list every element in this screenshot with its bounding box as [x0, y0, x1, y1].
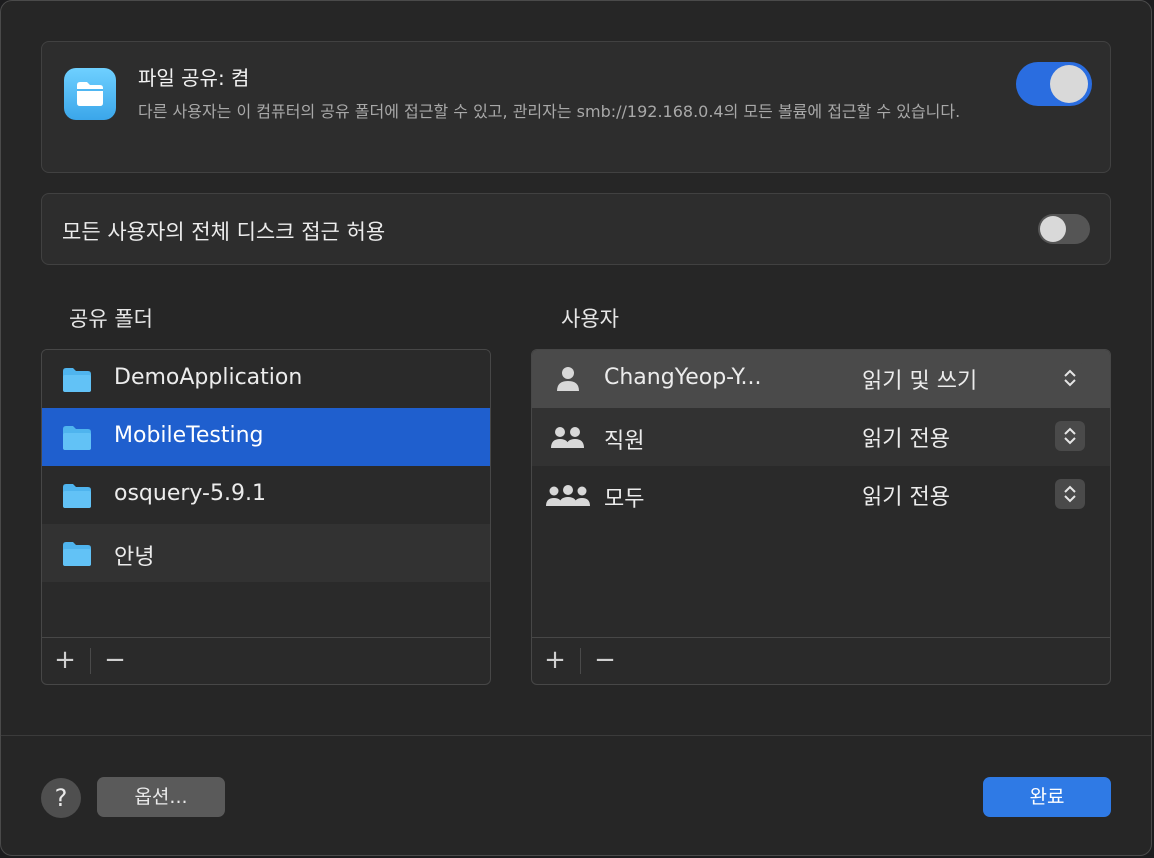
users-toolbar: + − [532, 637, 1110, 684]
permission-stepper[interactable] [1055, 421, 1085, 451]
folder-icon [63, 368, 91, 392]
file-sharing-toggle[interactable] [1016, 62, 1092, 106]
folder-name: osquery-5.9.1 [114, 481, 266, 506]
folder-name: MobileTesting [114, 423, 264, 448]
folder-icon [63, 426, 91, 450]
file-sharing-card: 파일 공유: 켬 다른 사용자는 이 컴퓨터의 공유 폴더에 접근할 수 있고,… [41, 41, 1111, 173]
folders-toolbar: + − [42, 637, 490, 684]
toolbar-divider [90, 648, 91, 674]
user-name: 직원 [604, 429, 645, 454]
user-permission: 읽기 및 쓰기 [862, 369, 978, 394]
file-sharing-sheet: 파일 공유: 켬 다른 사용자는 이 컴퓨터의 공유 폴더에 접근할 수 있고,… [0, 0, 1152, 856]
folder-name: 안녕 [114, 545, 155, 570]
group-icon [546, 485, 590, 506]
two-people-icon [551, 427, 584, 448]
toggle-knob [1040, 216, 1066, 242]
file-sharing-title: 파일 공유: 켬 [138, 66, 250, 90]
users-title: 사용자 [561, 307, 619, 331]
full-disk-toggle[interactable] [1038, 214, 1090, 244]
list-item[interactable]: 직원 읽기 전용 [532, 408, 1110, 466]
chevron-up-down-icon [1064, 427, 1076, 445]
user-permission: 읽기 전용 [862, 427, 950, 452]
user-permission: 읽기 전용 [862, 485, 950, 510]
file-sharing-description: 다른 사용자는 이 컴퓨터의 공유 폴더에 접근할 수 있고, 관리자는 smb… [138, 102, 961, 121]
add-folder-button[interactable]: + [48, 644, 82, 676]
toggle-knob [1050, 65, 1088, 103]
remove-user-button[interactable]: − [588, 644, 622, 676]
list-item[interactable]: DemoApplication [42, 350, 490, 408]
list-item[interactable]: MobileTesting [42, 408, 490, 466]
list-item[interactable]: 안녕 [42, 524, 490, 582]
permission-stepper[interactable] [1055, 363, 1085, 393]
done-button[interactable]: 완료 [983, 777, 1111, 817]
permission-stepper[interactable] [1055, 479, 1085, 509]
user-name: ChangYeop-Y... [604, 365, 762, 390]
chevron-up-down-icon [1064, 485, 1076, 503]
folder-icon [63, 542, 91, 566]
person-icon [557, 367, 579, 391]
chevron-up-down-icon [1064, 369, 1076, 387]
add-user-button[interactable]: + [538, 644, 572, 676]
list-item[interactable]: 모두 읽기 전용 [532, 466, 1110, 524]
toolbar-divider [580, 648, 581, 674]
user-name: 모두 [604, 487, 645, 512]
list-item[interactable]: ChangYeop-Y... 읽기 및 쓰기 [532, 350, 1110, 408]
shared-folders-list: DemoApplication MobileTesting osquery-5.… [41, 349, 491, 685]
options-button[interactable]: 옵션... [97, 777, 225, 817]
footer-divider [1, 735, 1151, 736]
list-item[interactable]: osquery-5.9.1 [42, 466, 490, 524]
remove-folder-button[interactable]: − [98, 644, 132, 676]
full-disk-card: 모든 사용자의 전체 디스크 접근 허용 [41, 193, 1111, 265]
folder-icon [63, 484, 91, 508]
users-list: ChangYeop-Y... 읽기 및 쓰기 직원 읽기 전용 모두 읽기 전용… [531, 349, 1111, 685]
help-button[interactable]: ? [41, 778, 81, 818]
folder-name: DemoApplication [114, 365, 303, 390]
full-disk-label: 모든 사용자의 전체 디스크 접근 허용 [62, 220, 386, 244]
shared-folders-title: 공유 폴더 [69, 307, 153, 331]
folder-icon [64, 68, 116, 120]
